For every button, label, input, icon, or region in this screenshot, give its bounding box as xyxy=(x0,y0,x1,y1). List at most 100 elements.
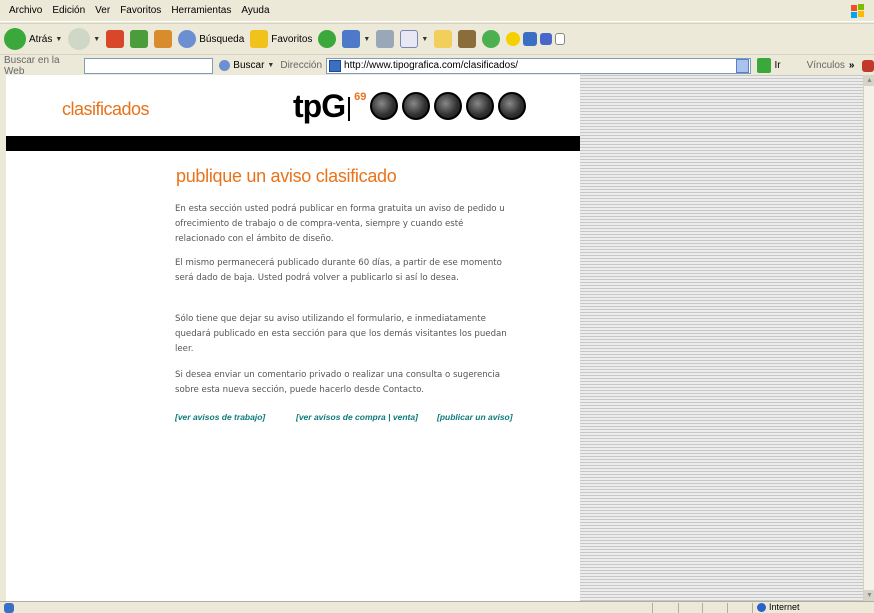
go-label[interactable]: Ir xyxy=(774,60,780,71)
edit-button[interactable]: ▼ xyxy=(400,30,428,48)
play-icon xyxy=(540,33,553,45)
print-button[interactable] xyxy=(376,30,395,48)
nav-icon-3[interactable] xyxy=(434,92,462,120)
menu-ver[interactable]: Ver xyxy=(90,5,115,16)
striped-background xyxy=(580,75,863,601)
links-label[interactable]: Vínculos xyxy=(807,60,845,71)
search-web-label: Buscar en la Web xyxy=(4,54,60,77)
status-divider xyxy=(652,603,653,613)
search-button[interactable]: Búsqueda xyxy=(178,30,244,48)
forward-button[interactable]: ▼ xyxy=(68,28,100,50)
folder-button[interactable] xyxy=(434,30,453,48)
chevron-down-icon: ▼ xyxy=(267,62,275,69)
home-button[interactable] xyxy=(154,30,173,48)
scroll-down-icon[interactable]: ▼ xyxy=(864,590,874,601)
smiley-icon xyxy=(506,32,521,46)
link-ver-avisos-trabajo[interactable]: [ver avisos de trabajo] xyxy=(175,412,265,422)
refresh-icon xyxy=(130,30,149,48)
addon-icon[interactable] xyxy=(862,59,874,72)
nav-icons xyxy=(370,92,526,120)
zone-label: Internet xyxy=(769,602,800,612)
stop-button[interactable] xyxy=(106,30,125,48)
search-label: Búsqueda xyxy=(199,33,245,45)
research-button[interactable] xyxy=(458,30,477,48)
research-icon xyxy=(458,30,477,48)
url-dropdown-button[interactable] xyxy=(735,58,750,73)
home-icon xyxy=(154,30,173,48)
nav-icon-2[interactable] xyxy=(402,92,430,120)
menu-ayuda[interactable]: Ayuda xyxy=(236,5,274,16)
page-headline: publique un aviso clasificado xyxy=(176,166,397,186)
history-button[interactable] xyxy=(318,30,337,48)
menu-herramientas[interactable]: Herramientas xyxy=(166,5,236,16)
status-bar: Internet xyxy=(0,601,874,613)
chevron-down-icon: ▼ xyxy=(363,35,371,43)
messenger-icon xyxy=(482,30,501,48)
word-icon xyxy=(400,30,419,48)
paragraph-3: Sólo tiene que dejar su aviso utilizando… xyxy=(175,314,507,354)
back-arrow-icon xyxy=(4,28,26,50)
extra-buttons[interactable] xyxy=(506,32,566,46)
nav-icon-5[interactable] xyxy=(498,92,526,120)
status-divider xyxy=(752,603,753,613)
messenger-button[interactable] xyxy=(482,30,501,48)
buscar-label: Buscar xyxy=(233,60,265,71)
link-publicar-aviso[interactable]: [publicar un aviso] xyxy=(437,412,513,422)
links-overflow-icon[interactable]: » xyxy=(849,60,855,71)
logo-divider xyxy=(348,97,351,121)
address-bar: Buscar en la Web Buscar ▼ Dirección http… xyxy=(0,54,874,77)
favorites-button[interactable]: Favoritos xyxy=(250,30,312,48)
nav-icon-4[interactable] xyxy=(466,92,494,120)
stop-icon xyxy=(106,30,125,48)
tpg-logo[interactable]: tpG 69 xyxy=(293,89,366,123)
link-ver-avisos-compra-venta[interactable]: [ver avisos de compra | venta] xyxy=(296,412,418,422)
address-label: Dirección xyxy=(280,60,323,71)
paragraph-2: El mismo permanecerá publicado durante 6… xyxy=(175,258,502,283)
web-search-input[interactable] xyxy=(83,57,214,74)
status-divider xyxy=(727,603,728,613)
chevron-down-icon: ▼ xyxy=(93,35,101,43)
section-title: clasificados xyxy=(62,99,150,119)
search-icon xyxy=(219,60,231,71)
menu-bar: Archivo Edición Ver Favoritos Herramient… xyxy=(0,0,874,22)
web-page: clasificados tpG 69 publique un aviso cl… xyxy=(6,75,580,601)
printer-icon xyxy=(376,30,395,48)
url-text: http://www.tipografica.com/clasificados/ xyxy=(344,60,519,71)
search-icon xyxy=(178,30,197,48)
buscar-button[interactable]: Buscar ▼ xyxy=(219,60,274,71)
header-black-bar xyxy=(6,136,580,151)
menu-edicion[interactable]: Edición xyxy=(47,5,90,16)
status-divider xyxy=(702,603,703,613)
back-label: Atrás xyxy=(29,33,53,45)
go-arrow-icon[interactable] xyxy=(757,58,772,73)
logo-text: tpG xyxy=(293,88,346,124)
standard-toolbar: Atrás ▼ ▼ Búsqueda Favoritos ▼ ▼ xyxy=(0,23,874,55)
mail-button[interactable]: ▼ xyxy=(342,30,370,48)
history-icon xyxy=(318,30,337,48)
menu-archivo[interactable]: Archivo xyxy=(4,5,47,16)
mail-icon xyxy=(342,30,361,48)
forward-arrow-icon xyxy=(68,28,91,50)
paragraph-4: Si desea enviar un comentario privado o … xyxy=(175,370,501,395)
issue-number: 69 xyxy=(354,91,367,103)
nav-icon-1[interactable] xyxy=(370,92,398,120)
windows-logo-icon xyxy=(851,4,864,18)
url-field[interactable]: http://www.tipografica.com/clasificados/ xyxy=(326,57,751,74)
chevron-down-icon: ▼ xyxy=(55,35,63,43)
folder-icon xyxy=(434,30,453,48)
scroll-up-icon[interactable]: ▲ xyxy=(864,75,874,86)
chevron-down-icon: ▼ xyxy=(421,35,429,43)
page-icon xyxy=(329,59,342,72)
monitor-icon xyxy=(523,32,538,46)
status-divider xyxy=(678,603,679,613)
refresh-button[interactable] xyxy=(130,30,149,48)
star-icon xyxy=(250,30,269,48)
page-icon xyxy=(555,33,566,45)
vertical-scrollbar[interactable]: ▲ ▼ xyxy=(863,75,874,601)
back-button[interactable]: Atrás ▼ xyxy=(4,28,62,50)
globe-icon xyxy=(757,602,766,612)
security-zone: Internet xyxy=(757,602,800,612)
menu-favoritos[interactable]: Favoritos xyxy=(115,5,166,16)
favorites-label: Favoritos xyxy=(271,33,313,45)
page-status-icon xyxy=(4,602,14,613)
